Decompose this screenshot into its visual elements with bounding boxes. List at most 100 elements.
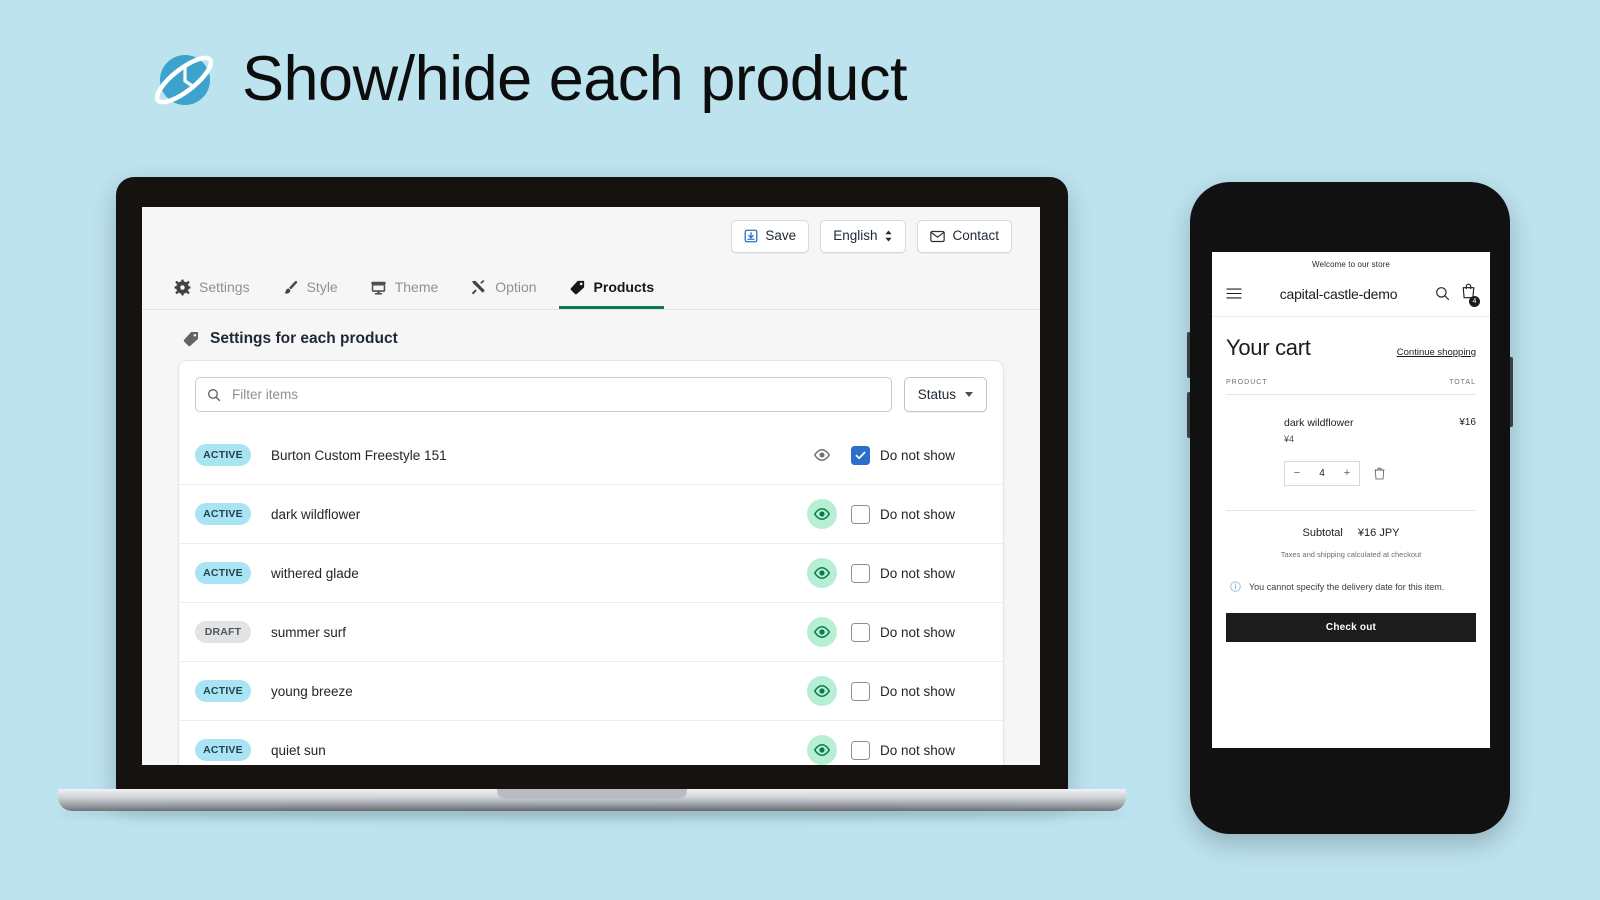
page-title: Show/hide each product	[242, 44, 907, 114]
product-name: Burton Custom Freestyle 151	[271, 447, 447, 463]
store-name: capital-castle-demo	[1279, 285, 1398, 302]
quantity-stepper[interactable]: − 4 +	[1284, 461, 1360, 486]
checkbox-box	[851, 563, 870, 583]
checkbox-box	[851, 681, 870, 701]
tab-theme[interactable]: Theme	[360, 265, 461, 309]
quantity-value[interactable]: 4	[1309, 468, 1335, 479]
storefront-icon	[370, 279, 387, 296]
phone-power-button	[1510, 357, 1513, 427]
table-row: ACTIVE dark wildflower Do not show	[179, 484, 1003, 543]
table-row: ACTIVE Burton Custom Freestyle 151 Do no…	[179, 426, 1003, 484]
do-not-show-checkbox[interactable]: Do not show	[851, 563, 987, 583]
status-badge: ACTIVE	[195, 680, 251, 702]
cart-title: Your cart	[1226, 335, 1311, 360]
quantity-decrease-button[interactable]: −	[1285, 468, 1309, 479]
filter-search[interactable]	[195, 377, 892, 412]
eye-icon[interactable]	[807, 558, 837, 588]
tools-icon	[470, 279, 487, 296]
gear-icon	[174, 279, 191, 296]
do-not-show-checkbox[interactable]: Do not show	[851, 740, 987, 760]
planet-clock-logo	[148, 42, 220, 116]
tab-style-label: Style	[306, 279, 338, 295]
status-badge: ACTIVE	[195, 444, 251, 466]
continue-shopping-link[interactable]: Continue shopping	[1397, 347, 1476, 358]
cart-item-info: dark wildflower ¥4	[1226, 417, 1353, 444]
cart-page: Your cart Continue shopping PRODUCT TOTA…	[1212, 317, 1490, 642]
cart-table-head: PRODUCT TOTAL	[1226, 379, 1476, 386]
phone-volume-up-button	[1187, 332, 1190, 378]
admin-tabs: Settings Style Theme Option Products	[142, 265, 1040, 310]
storefront-header: capital-castle-demo 4	[1212, 276, 1490, 317]
announcement-bar: Welcome to our store	[1312, 260, 1390, 269]
product-name: dark wildflower	[271, 506, 361, 522]
language-label: English	[833, 228, 878, 244]
phone-screen: Welcome to our store capital-castle-demo	[1212, 252, 1490, 748]
checkbox-label: Do not show	[880, 624, 956, 640]
search-input[interactable]	[230, 386, 880, 403]
delivery-notice: You cannot specify the delivery date for…	[1226, 581, 1476, 595]
section-title: Settings for each product	[210, 330, 398, 347]
eye-icon[interactable]	[807, 440, 837, 470]
envelope-icon	[930, 230, 946, 243]
checkbox-label: Do not show	[880, 742, 956, 758]
laptop-mockup: Save English Contact Settings Style Them…	[56, 177, 1128, 837]
trash-icon[interactable]	[1374, 467, 1385, 480]
tab-settings-label: Settings	[199, 279, 250, 295]
tab-products-label: Products	[593, 279, 655, 295]
do-not-show-checkbox[interactable]: Do not show	[851, 504, 987, 524]
search-icon[interactable]	[1435, 286, 1450, 301]
cart-line-item: dark wildflower ¥4 ¥16	[1226, 395, 1476, 444]
contact-button[interactable]: Contact	[917, 219, 1012, 253]
status-filter-button[interactable]: Status	[903, 377, 987, 412]
eye-icon[interactable]	[807, 499, 837, 529]
status-badge: ACTIVE	[195, 562, 251, 584]
tab-style[interactable]: Style	[272, 265, 360, 309]
laptop-notch	[497, 789, 687, 799]
product-name: young breeze	[271, 683, 353, 699]
checkbox-box	[851, 740, 870, 760]
delivery-notice-text: You cannot specify the delivery date for…	[1249, 582, 1445, 592]
checkbox-box	[851, 504, 870, 524]
eye-icon[interactable]	[807, 676, 837, 706]
do-not-show-checkbox[interactable]: Do not show	[851, 622, 987, 642]
save-button-label: Save	[765, 228, 797, 244]
laptop-shadow	[56, 807, 1128, 819]
eye-icon[interactable]	[807, 735, 837, 765]
cart-icon[interactable]: 4	[1461, 283, 1480, 307]
quantity-increase-button[interactable]: +	[1335, 468, 1359, 479]
laptop-body: Save English Contact Settings Style Them…	[116, 177, 1068, 795]
checkout-button[interactable]: Check out	[1226, 612, 1476, 642]
tab-option[interactable]: Option	[460, 265, 558, 309]
eye-icon[interactable]	[807, 617, 837, 647]
cart-count-badge: 4	[1469, 296, 1480, 307]
tab-settings[interactable]: Settings	[164, 265, 272, 309]
table-row: ACTIVE withered glade Do not show	[179, 543, 1003, 602]
checkbox-label: Do not show	[880, 683, 956, 699]
phone-mockup: Welcome to our store capital-castle-demo	[1187, 182, 1513, 834]
language-select[interactable]: English	[820, 219, 907, 253]
checkbox-box	[851, 622, 870, 642]
header-actions: 4	[1435, 283, 1480, 307]
product-list: ACTIVE Burton Custom Freestyle 151 Do no…	[179, 426, 1003, 765]
checkbox-label: Do not show	[880, 447, 956, 463]
do-not-show-checkbox[interactable]: Do not show	[851, 445, 987, 465]
save-button[interactable]: Save	[731, 219, 810, 253]
table-row: DRAFT summer surf Do not show	[179, 602, 1003, 661]
cart-header: Your cart Continue shopping	[1226, 335, 1476, 361]
product-name: summer surf	[271, 624, 347, 640]
cart-item-name: dark wildflower	[1284, 417, 1354, 429]
hamburger-menu-icon[interactable]	[1226, 287, 1242, 300]
column-header-total: TOTAL	[1449, 379, 1476, 386]
checkbox-box	[851, 445, 870, 465]
chevron-up-down-icon	[884, 229, 893, 243]
tax-note: Taxes and shipping calculated at checkou…	[1280, 550, 1422, 559]
column-header-product: PRODUCT	[1226, 379, 1268, 386]
checkbox-label: Do not show	[880, 565, 956, 581]
tag-icon	[569, 279, 586, 296]
tab-products[interactable]: Products	[558, 265, 677, 309]
subtotal-row: Subtotal ¥16 JPY	[1226, 527, 1476, 539]
contact-button-label: Contact	[952, 228, 999, 244]
page-header: Show/hide each product	[148, 42, 907, 116]
status-badge: ACTIVE	[195, 739, 251, 761]
do-not-show-checkbox[interactable]: Do not show	[851, 681, 987, 701]
